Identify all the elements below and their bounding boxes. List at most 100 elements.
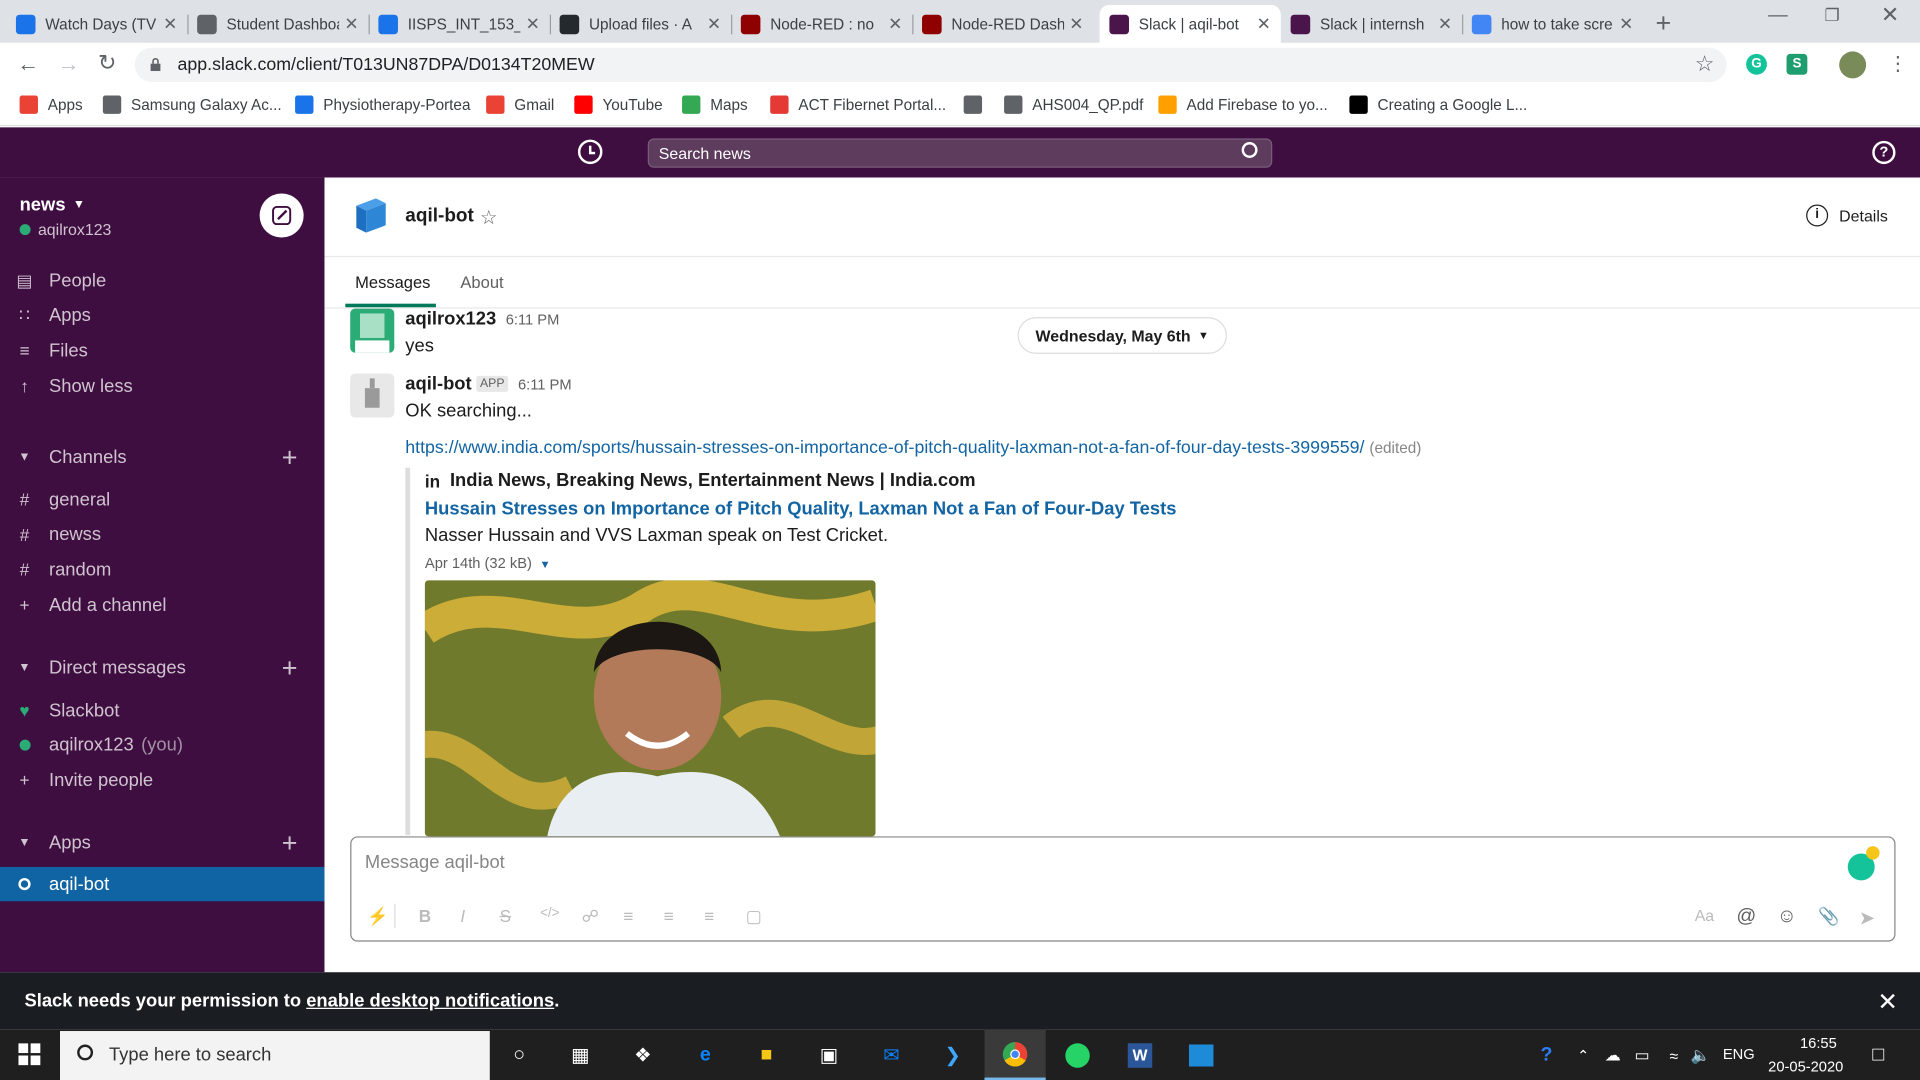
compose-button[interactable] [259, 193, 304, 238]
grammarly-extension-icon[interactable]: G [1746, 53, 1767, 75]
link-url[interactable]: https://www.india.com/sports/hussain-str… [405, 438, 1364, 458]
close-window-icon[interactable]: ✕ [1881, 2, 1899, 28]
info-icon[interactable]: i [1806, 204, 1829, 227]
action-center-icon[interactable]: □ [1861, 1038, 1895, 1072]
close-tab-icon[interactable]: ✕ [1619, 13, 1633, 34]
tab-about[interactable]: About [460, 273, 503, 291]
slack-search-input[interactable]: Search news [647, 138, 1273, 168]
bold-icon[interactable]: B [419, 906, 431, 926]
profile-avatar[interactable] [1839, 51, 1867, 79]
add-dm-plus-icon[interactable]: + [282, 652, 298, 684]
message-link[interactable]: https://www.india.com/sports/hussain-str… [405, 438, 1421, 458]
reload-icon[interactable]: ↻ [98, 50, 116, 76]
browser-tab[interactable]: IISPS_INT_153_ ✕ [369, 5, 550, 43]
workspace-switcher[interactable]: news ▼ [20, 195, 85, 216]
new-tab-button[interactable]: + [1656, 7, 1672, 39]
vscode-icon[interactable]: ❯ [936, 1038, 970, 1072]
message-time[interactable]: 6:11 PM [518, 376, 572, 393]
close-tab-icon[interactable]: ✕ [526, 13, 540, 34]
message-author[interactable]: aqilrox123 [405, 309, 496, 330]
bookmark-item[interactable]: Creating a Google L... [1349, 95, 1527, 114]
browser-tab[interactable]: Slack | aqil-bot ✕ [1099, 4, 1281, 43]
ordered-list-icon[interactable]: ≡ [623, 906, 633, 926]
link-icon[interactable]: ☍ [582, 906, 599, 927]
close-tab-icon[interactable]: ✕ [1257, 13, 1271, 34]
bookmark-item[interactable]: Gmail [486, 95, 554, 114]
bookmark-item[interactable] [963, 95, 992, 114]
photos-icon[interactable] [1184, 1038, 1218, 1072]
clock-date[interactable]: 20-05-2020 [1768, 1058, 1843, 1075]
bookmark-item[interactable]: Maps [682, 95, 748, 114]
star-bookmark-icon[interactable]: ☆ [1695, 51, 1715, 77]
channel-item[interactable]: # general [0, 482, 324, 516]
store-icon[interactable]: ▣ [812, 1038, 846, 1072]
blockquote-icon[interactable]: ≡ [704, 906, 714, 926]
close-tab-icon[interactable]: ✕ [888, 13, 902, 34]
enable-notifications-link[interactable]: enable desktop notifications [306, 991, 554, 1012]
help-tray-icon[interactable]: ? [1529, 1038, 1563, 1072]
language-indicator[interactable]: ENG [1723, 1046, 1755, 1063]
taskbar-search-input[interactable]: Type here to search [109, 1044, 271, 1065]
date-divider-button[interactable]: Wednesday, May 6th ▼ [1017, 317, 1227, 354]
bot-avatar[interactable] [350, 373, 395, 418]
shortcuts-lightning-icon[interactable]: ⚡ [367, 906, 388, 927]
italic-icon[interactable]: I [460, 906, 465, 926]
chrome-taskbar-button[interactable] [984, 1029, 1046, 1080]
star-icon[interactable]: ☆ [480, 206, 498, 230]
close-tab-icon[interactable]: ✕ [1069, 13, 1083, 34]
word-icon[interactable]: W [1123, 1038, 1157, 1072]
browser-tab[interactable]: how to take scre ✕ [1462, 5, 1643, 43]
whatsapp-icon[interactable] [1060, 1038, 1094, 1072]
taskbar-search[interactable]: Type here to search [60, 1031, 490, 1080]
cortana-icon[interactable]: ○ [502, 1038, 536, 1072]
user-avatar[interactable] [350, 308, 395, 353]
unfurl-image[interactable] [424, 580, 876, 837]
battery-icon[interactable]: ▭ [1625, 1038, 1659, 1072]
browser-tab[interactable]: Student Dashboa ✕ [187, 5, 368, 43]
sidebar-nav-item[interactable]: ↑ Show less [0, 369, 324, 403]
code-block-icon[interactable]: ▢ [746, 906, 762, 927]
sidebar-nav-item[interactable]: ▤ People [0, 263, 324, 297]
strikethrough-icon[interactable]: S [500, 906, 511, 926]
url-text[interactable]: app.slack.com/client/T013UN87DPA/D0134T2… [178, 55, 595, 75]
menu-kebab-icon[interactable]: ⋮ [1888, 51, 1908, 75]
mention-icon[interactable]: @ [1736, 906, 1756, 928]
channels-header[interactable]: ▼ Channels + [0, 441, 324, 472]
history-icon[interactable] [577, 139, 603, 165]
file-explorer-icon[interactable]: ■ [749, 1038, 783, 1072]
apps-header[interactable]: ▼ Apps + [0, 827, 324, 858]
invite-people-item[interactable]: + Invite people [0, 763, 324, 797]
emoji-icon[interactable]: ☺ [1777, 906, 1797, 928]
volume-icon[interactable]: 🔈 [1684, 1038, 1718, 1072]
browser-tab[interactable]: Upload files · A ✕ [550, 5, 731, 43]
forward-icon[interactable]: → [58, 51, 80, 77]
bulleted-list-icon[interactable]: ≡ [664, 906, 674, 926]
minimize-icon[interactable]: — [1768, 5, 1788, 27]
bookmark-item[interactable]: Add Firebase to yo... [1158, 95, 1328, 114]
unfurl-title[interactable]: Hussain Stresses on Importance of Pitch … [425, 498, 1177, 519]
close-icon[interactable]: ✕ [1877, 987, 1898, 1018]
clock-time[interactable]: 16:55 [1788, 1035, 1849, 1052]
message-time[interactable]: 6:11 PM [506, 311, 560, 328]
channel-item[interactable]: # random [0, 553, 324, 587]
dropbox-icon[interactable]: ❖ [626, 1038, 660, 1072]
send-icon[interactable]: ➤ [1859, 906, 1875, 930]
bookmark-item[interactable]: Apps [19, 95, 83, 114]
bookmark-item[interactable]: YouTube [574, 95, 663, 114]
edge-icon[interactable]: e [688, 1038, 722, 1072]
browser-tab[interactable]: Node-RED Dash ✕ [912, 5, 1093, 43]
bookmark-item[interactable]: Physiotherapy-Portea [295, 95, 470, 114]
message-author[interactable]: aqil-bot [405, 373, 471, 394]
unfurl-meta[interactable]: Apr 14th (32 kB) ▼ [425, 555, 551, 572]
restore-icon[interactable]: ❐ [1824, 5, 1839, 26]
text-format-icon[interactable]: Aa [1695, 906, 1714, 924]
back-icon[interactable]: ← [17, 51, 39, 77]
composer-input[interactable]: Message aqil-bot [365, 852, 505, 873]
channel-item[interactable]: # newss [0, 518, 324, 552]
add-channel-plus-icon[interactable]: + [282, 441, 298, 473]
add-app-plus-icon[interactable]: + [282, 827, 298, 859]
grammarly-icon[interactable] [1847, 846, 1880, 881]
dm-item-slackbot[interactable]: ♥ Slackbot [0, 693, 324, 727]
close-tab-icon[interactable]: ✕ [344, 13, 358, 34]
details-button[interactable]: Details [1839, 207, 1888, 225]
